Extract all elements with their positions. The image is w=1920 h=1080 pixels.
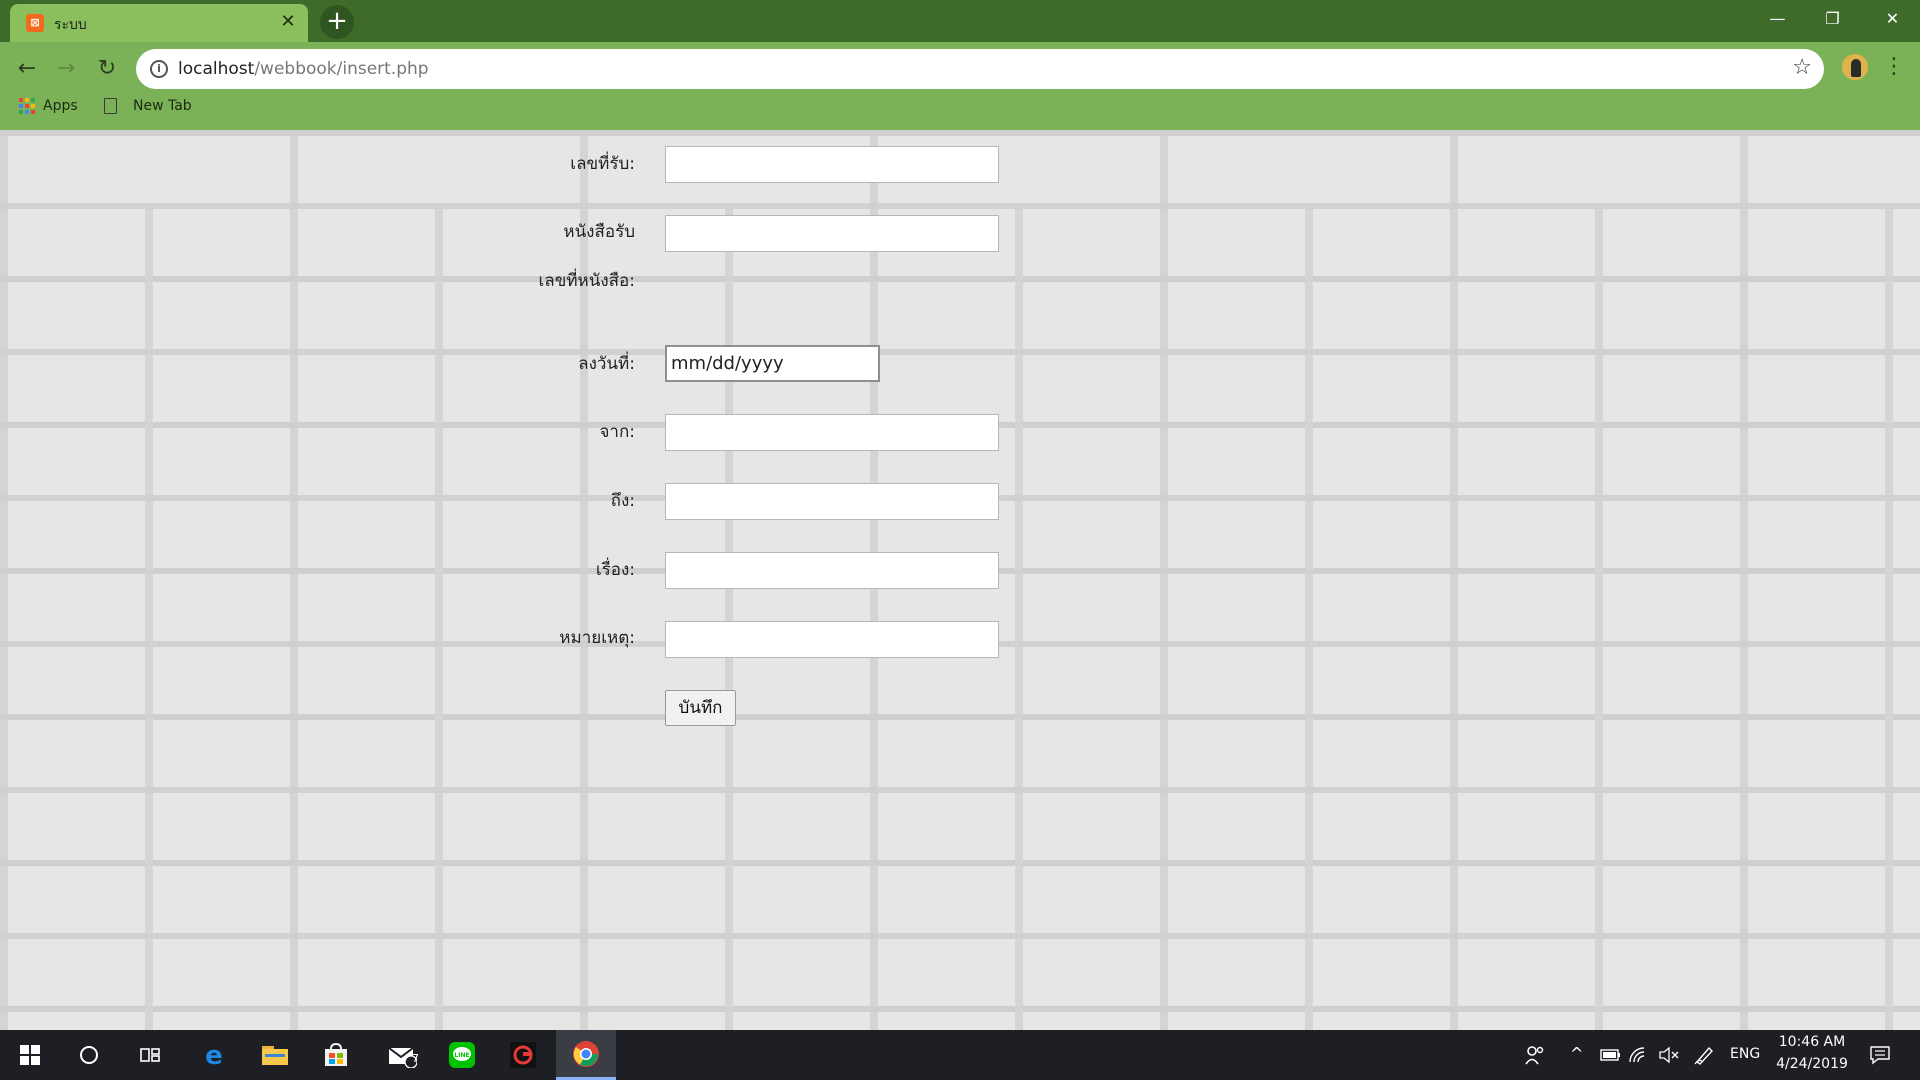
bookmark-new-tab-label: New Tab [133, 98, 192, 114]
pen-ink-icon[interactable] [1679, 1030, 1729, 1080]
receive-number-input[interactable] [665, 146, 999, 183]
forward-icon[interactable]: → [48, 51, 84, 87]
mail-icon[interactable]: 7 [377, 1030, 427, 1080]
close-tab-icon[interactable]: ✕ [278, 12, 298, 32]
label-letter-number: เลขที่หนังสือ: [538, 271, 636, 291]
label-received-letter: หนังสือรับ [563, 222, 635, 242]
garena-app-icon[interactable] [498, 1030, 548, 1080]
page-content: เลขที่รับ: หนังสือรับ เลขที่หนังสือ: ลงว… [0, 130, 1920, 1030]
address-bar[interactable]: i localhost/webbook/insert.php ☆ [136, 49, 1824, 89]
brick-wall-background [0, 203, 1920, 1030]
url-path: /webbook/insert.php [254, 59, 429, 79]
store-icon[interactable] [311, 1030, 361, 1080]
label-from: จาก: [599, 422, 635, 442]
url-text[interactable]: localhost/webbook/insert.php [178, 59, 429, 79]
remark-input[interactable] [665, 621, 999, 658]
more-menu-icon[interactable]: ⋮ [1882, 52, 1906, 82]
task-view-icon[interactable] [125, 1030, 175, 1080]
input-language[interactable]: ENG [1730, 1046, 1760, 1062]
to-input[interactable] [665, 483, 999, 520]
reload-icon[interactable]: ↻ [89, 51, 125, 87]
bookmark-new-tab[interactable]: New Tab [104, 94, 192, 118]
svg-text:LINE: LINE [454, 1052, 469, 1059]
restore-icon[interactable]: ❐ [1805, 0, 1860, 38]
windows-start-icon[interactable] [5, 1030, 55, 1080]
browser-titlebar: ⊠ ระบบ ✕ + — ❐ ✕ [0, 0, 1920, 42]
document-icon [104, 98, 117, 114]
minimize-icon[interactable]: — [1750, 0, 1805, 38]
taskbar: e 7 LINE ^ ENG 10:46 AM 4/24/2019 [0, 1030, 1920, 1080]
people-icon[interactable] [1510, 1030, 1560, 1080]
new-tab-button[interactable]: + [320, 5, 354, 39]
info-icon[interactable]: i [150, 60, 168, 78]
browser-toolbar: ← → ↻ i localhost/webbook/insert.php ☆ ⋮… [0, 42, 1920, 130]
mail-badge-count: 7 [412, 1052, 419, 1065]
clock-time[interactable]: 10:46 AM [1770, 1034, 1854, 1050]
browser-tab[interactable]: ⊠ ระบบ ✕ [10, 4, 308, 42]
bookmark-apps-label: Apps [43, 98, 78, 114]
profile-avatar[interactable] [1840, 52, 1870, 82]
back-icon[interactable]: ← [9, 51, 45, 87]
file-explorer-icon[interactable] [250, 1030, 300, 1080]
bookmark-star-icon[interactable]: ☆ [1792, 55, 1812, 80]
tab-title: ระบบ [54, 17, 87, 33]
date-input[interactable]: mm/dd/yyyy [665, 345, 880, 382]
from-input[interactable] [665, 414, 999, 451]
svg-text:e: e [205, 1042, 223, 1068]
action-center-icon[interactable] [1855, 1030, 1905, 1080]
label-subject: เรื่อง: [595, 560, 635, 580]
received-letter-input[interactable] [665, 215, 999, 252]
chrome-taskbar-icon[interactable] [556, 1030, 616, 1080]
label-receive-number: เลขที่รับ: [570, 154, 635, 174]
clock-date[interactable]: 4/24/2019 [1770, 1056, 1854, 1072]
edge-browser-icon[interactable]: e [189, 1030, 239, 1080]
xampp-favicon-icon: ⊠ [26, 14, 44, 32]
close-window-icon[interactable]: ✕ [1865, 0, 1920, 38]
label-date: ลงวันที่: [578, 354, 635, 374]
label-remark: หมายเหตุ: [559, 628, 635, 648]
bookmark-apps[interactable]: Apps [19, 94, 78, 118]
apps-grid-icon [19, 98, 35, 114]
url-host: localhost [178, 59, 255, 79]
subject-input[interactable] [665, 552, 999, 589]
line-app-icon[interactable]: LINE [437, 1030, 487, 1080]
label-to: ถึง: [610, 491, 635, 511]
search-circle-icon[interactable] [64, 1030, 114, 1080]
save-button[interactable]: บันทึก [665, 690, 736, 726]
show-hidden-icons-icon[interactable]: ^ [1570, 1044, 1583, 1063]
